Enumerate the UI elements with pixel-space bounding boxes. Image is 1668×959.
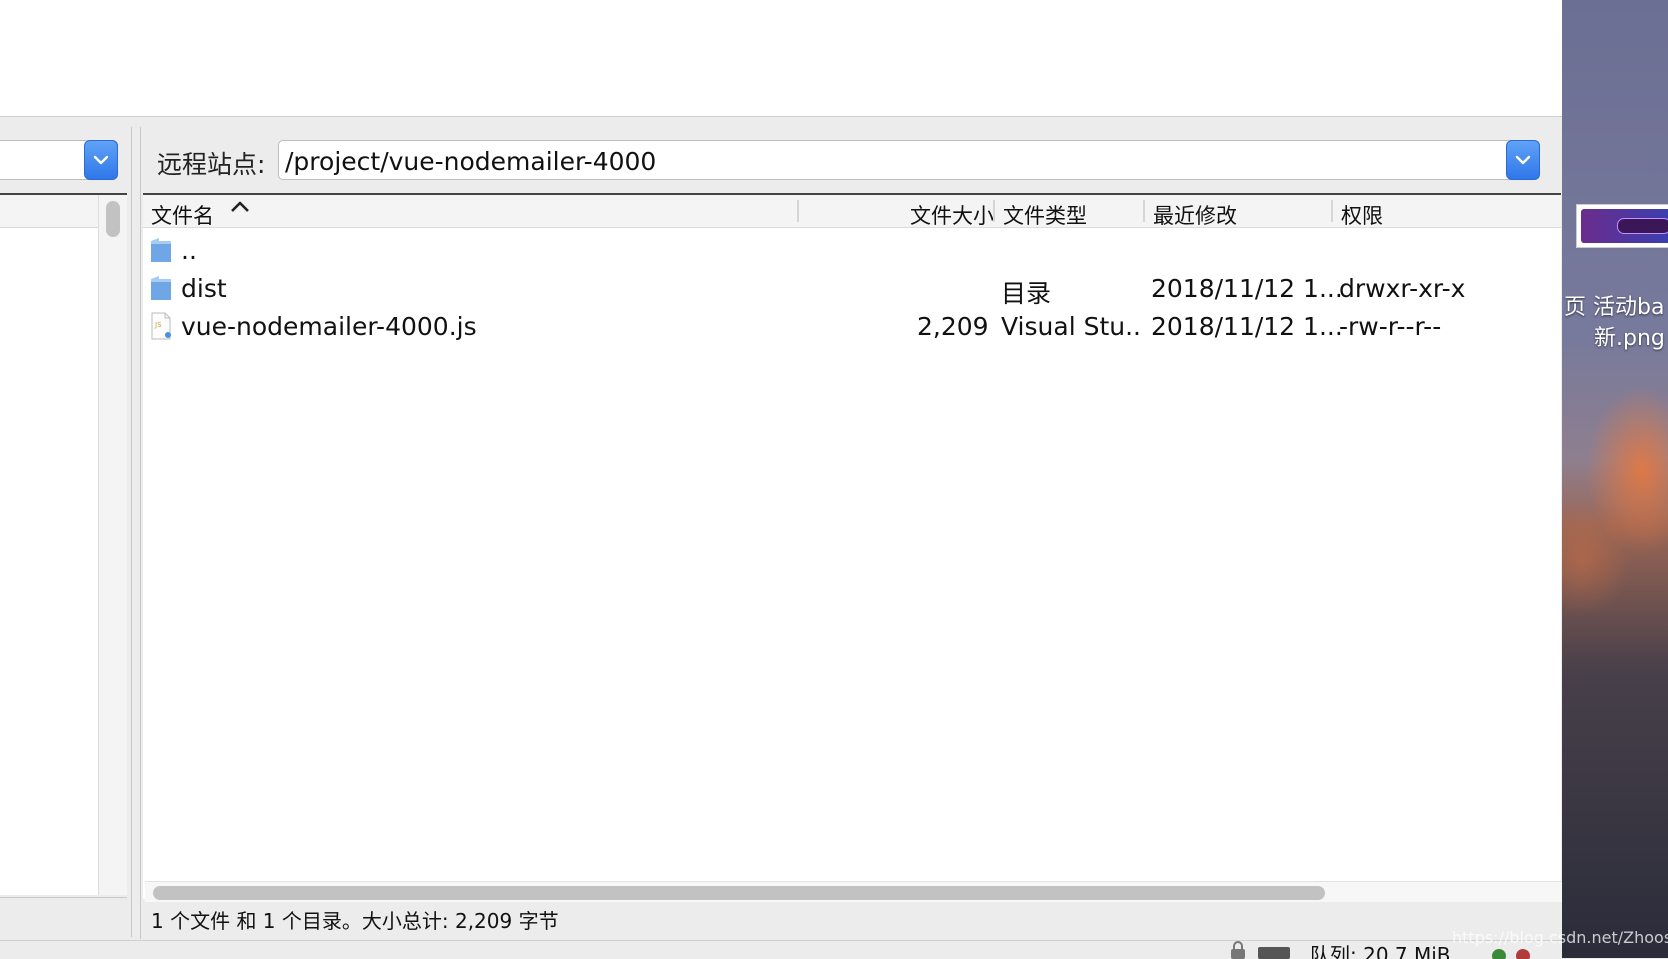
column-separator[interactable] xyxy=(1331,200,1333,222)
column-header-row: 文件名 文件大小 文件类型 最近修改 权限 xyxy=(143,195,1561,228)
column-header-name[interactable]: 文件名 xyxy=(151,200,214,230)
local-list-header xyxy=(0,195,100,228)
file-type: 目录 xyxy=(1001,279,1052,308)
remote-file-list[interactable]: 文件名 文件大小 文件类型 最近修改 权限 .. dist 目录 2018/11… xyxy=(143,193,1563,902)
thumbnail-chip xyxy=(1617,218,1668,234)
chevron-down-icon xyxy=(93,155,109,165)
file-modified: 2018/11/12 1... xyxy=(1151,274,1343,303)
file-permissions: drwxr-xr-x xyxy=(1339,274,1466,303)
folder-icon xyxy=(151,238,171,262)
local-path-field[interactable] xyxy=(0,140,118,180)
remote-path-field[interactable]: /project/vue-nodemailer-4000 xyxy=(278,140,1540,180)
file-permissions: -rw-r--r-- xyxy=(1339,312,1442,341)
svg-text:JS: JS xyxy=(154,321,162,329)
scrollbar-thumb[interactable] xyxy=(106,201,120,237)
file-modified: 2018/11/12 1... xyxy=(1151,312,1343,341)
file-name: .. xyxy=(181,236,197,265)
ftp-client-window: 远程站点: /project/vue-nodemailer-4000 文件名 文… xyxy=(0,0,1563,959)
js-file-icon: JS xyxy=(151,312,171,340)
scrollbar-thumb[interactable] xyxy=(153,886,1325,900)
local-file-list[interactable] xyxy=(0,193,127,895)
horizontal-scrollbar[interactable] xyxy=(145,881,1563,902)
file-type: Visual Stu.. xyxy=(1001,312,1141,341)
column-header-size[interactable]: 文件大小 xyxy=(910,200,994,230)
sort-ascending-icon[interactable] xyxy=(229,199,251,213)
lock-icon xyxy=(1231,941,1245,959)
keyboard-icon xyxy=(1258,947,1290,959)
file-size: 2,209 xyxy=(917,312,989,341)
watermark: https://blog.csdn.net/Zhooson xyxy=(1452,928,1668,947)
file-row-parent[interactable]: .. xyxy=(143,232,1561,270)
desktop-file-label-line1[interactable]: 页 活动ba xyxy=(1564,289,1664,321)
thumbnail-image xyxy=(1581,209,1668,243)
column-separator[interactable] xyxy=(993,200,995,222)
remote-path-dropdown-button[interactable] xyxy=(1506,140,1540,180)
chevron-down-icon xyxy=(1515,155,1531,165)
desktop-file-label-line2[interactable]: 新.png xyxy=(1594,320,1665,352)
column-header-type[interactable]: 文件类型 xyxy=(1003,200,1087,230)
desktop-background: 页 活动ba 新.png xyxy=(1562,0,1668,958)
file-name: vue-nodemailer-4000.js xyxy=(181,312,477,341)
column-header-permissions[interactable]: 权限 xyxy=(1341,200,1383,230)
column-header-modified[interactable]: 最近修改 xyxy=(1153,200,1237,230)
remote-path-value[interactable]: /project/vue-nodemailer-4000 xyxy=(285,147,656,176)
column-separator[interactable] xyxy=(797,200,799,222)
column-separator[interactable] xyxy=(1143,200,1145,222)
remote-status-text: 1 个文件 和 1 个目录。大小总计: 2,209 字节 xyxy=(151,909,559,933)
local-vertical-scrollbar[interactable] xyxy=(98,195,127,895)
local-pane xyxy=(0,127,132,938)
file-row-js[interactable]: JS vue-nodemailer-4000.js 2,209 Visual S… xyxy=(143,308,1561,346)
remote-pane: 远程站点: /project/vue-nodemailer-4000 文件名 文… xyxy=(140,127,1563,939)
bottom-status-bar: 队列: 20.7 MiB xyxy=(0,940,1562,959)
local-path-dropdown-button[interactable] xyxy=(84,140,118,180)
log-area xyxy=(0,0,1562,117)
local-status-bar xyxy=(0,897,127,938)
file-name: dist xyxy=(181,274,227,303)
queue-size: 队列: 20.7 MiB xyxy=(1310,943,1451,959)
desktop-file-thumbnail[interactable] xyxy=(1576,204,1668,248)
folder-icon xyxy=(151,276,171,300)
remote-site-label: 远程站点: xyxy=(157,150,266,179)
file-row-dist[interactable]: dist 目录 2018/11/12 1... drwxr-xr-x xyxy=(143,270,1561,308)
